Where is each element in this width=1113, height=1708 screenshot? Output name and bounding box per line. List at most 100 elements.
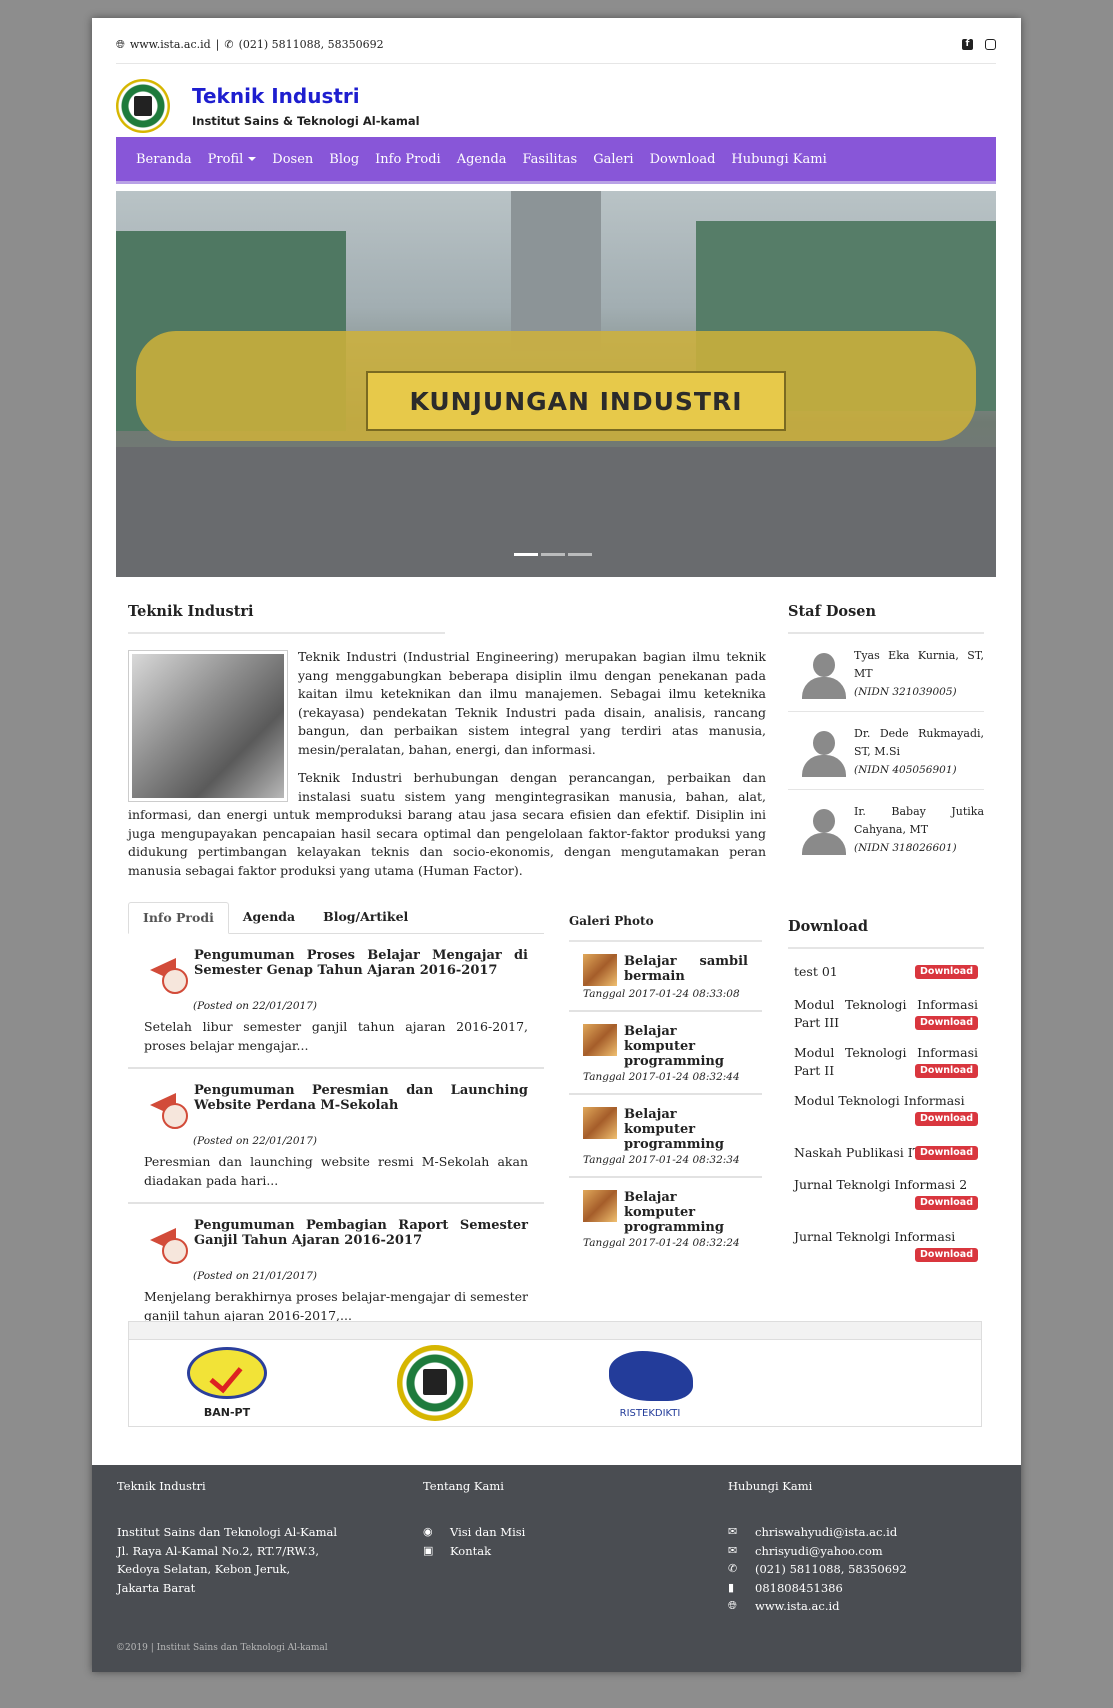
footer-link[interactable]: ▣ Kontak xyxy=(423,1542,525,1561)
top-contact: 🌐︎ www.ista.ac.id | ✆ (021) 5811088, 583… xyxy=(116,38,384,52)
ristekdikti-label: RISTEKDIKTI xyxy=(619,1408,681,1419)
globe-icon: 🌐︎ xyxy=(116,37,125,51)
user-avatar-icon xyxy=(802,653,846,701)
footer-address-line: Jl. Raya Al-Kamal No.2, RT.7/RW.3, xyxy=(117,1543,319,1558)
download-button[interactable]: Download xyxy=(915,1248,978,1262)
footer-link-label[interactable]: Visi dan Misi xyxy=(450,1523,525,1542)
gallery-thumbnail[interactable] xyxy=(583,954,617,986)
about-section: Teknik Industri Teknik Industri (Industr… xyxy=(128,603,766,890)
footer-link[interactable]: ◉ Visi dan Misi xyxy=(423,1523,525,1542)
news-title[interactable]: Pengumuman Pembagian Raport Semester Gan… xyxy=(194,1218,528,1262)
news-title[interactable]: Pengumuman Peresmian dan Launching Websi… xyxy=(194,1083,528,1127)
download-button[interactable]: Download xyxy=(915,1196,978,1210)
staff-item[interactable]: Dr. Dede Rukmayadi, ST, M.Si (NIDN 40505… xyxy=(788,712,984,790)
tab-agenda[interactable]: Agenda xyxy=(229,902,309,934)
nav-dosen[interactable]: Dosen xyxy=(264,152,321,167)
carousel-indicators xyxy=(514,553,592,556)
gallery-thumbnail[interactable] xyxy=(583,1107,617,1139)
divider xyxy=(128,632,445,634)
ban-pt-logo-icon[interactable]: BAN-PT xyxy=(187,1347,267,1419)
staff-name: Dr. Dede Rukmayadi, ST, M.Si xyxy=(854,727,984,758)
envelope-icon: ✉ xyxy=(728,1525,738,1538)
gallery-thumbnail[interactable] xyxy=(583,1190,617,1222)
nav-beranda[interactable]: Beranda xyxy=(128,152,200,167)
news-tabs: Info Prodi Agenda Blog/Artikel Pengumuma… xyxy=(128,902,544,1337)
nav-fasilitas[interactable]: Fasilitas xyxy=(515,152,586,167)
download-button[interactable]: Download xyxy=(915,1111,978,1126)
carousel-indicator[interactable] xyxy=(568,553,592,556)
gallery-title[interactable]: Belajar sambil bermain xyxy=(624,954,748,984)
website-link[interactable]: www.ista.ac.id xyxy=(130,38,211,51)
ista-logo-icon[interactable] xyxy=(397,1345,473,1421)
nav-profil[interactable]: Profil xyxy=(200,152,265,167)
staff-nidn: (NIDN 318026601) xyxy=(854,842,957,854)
globe-icon: 🌐︎ xyxy=(728,1599,737,1612)
phone-icon: ✆ xyxy=(728,1562,738,1575)
download-title[interactable]: Modul Teknologi Informasi xyxy=(794,1093,965,1108)
download-button[interactable]: Download xyxy=(915,1145,978,1160)
staff-item[interactable]: Ir. Babay Jutika Cahyana, MT (NIDN 31802… xyxy=(788,790,984,867)
carousel-indicator[interactable] xyxy=(541,553,565,556)
nav-blog[interactable]: Blog xyxy=(321,152,367,167)
news-excerpt: Menjelang berakhirnya proses belajar-men… xyxy=(144,1289,528,1323)
top-bar: 🌐︎ www.ista.ac.id | ✆ (021) 5811088, 583… xyxy=(116,26,996,64)
download-item: Jurnal Teknolgi Informasi Download xyxy=(794,1228,978,1269)
top-phone: (021) 5811088, 58350692 xyxy=(238,38,384,51)
nav-hubungi-kami[interactable]: Hubungi Kami xyxy=(723,152,834,167)
copyright: ©2019 | Institut Sains dan Teknologi Al-… xyxy=(116,1643,328,1653)
about-heading: Teknik Industri xyxy=(128,603,254,620)
site-title[interactable]: Teknik Industri xyxy=(192,84,420,108)
hero-tower xyxy=(511,191,601,351)
download-title[interactable]: Jurnal Teknolgi Informasi xyxy=(794,1229,955,1244)
facebook-icon[interactable]: f xyxy=(962,39,973,50)
about-image xyxy=(128,650,288,802)
nav-galeri[interactable]: Galeri xyxy=(585,152,641,167)
download-title[interactable]: test 01 xyxy=(794,964,838,979)
nav-agenda[interactable]: Agenda xyxy=(449,152,515,167)
footer-email[interactable]: chrisyudi@yahoo.com xyxy=(755,1542,883,1561)
gallery-title[interactable]: Belajar komputer programming xyxy=(624,1024,748,1069)
ista-logo-icon[interactable] xyxy=(116,79,170,133)
staff-section: Staf Dosen Tyas Eka Kurnia, ST, MT (NIDN… xyxy=(788,603,984,867)
news-title[interactable]: Pengumuman Proses Belajar Mengajar di Se… xyxy=(194,948,528,992)
download-button[interactable]: Download xyxy=(915,1015,978,1030)
hero-banner-text: KUNJUNGAN INDUSTRI xyxy=(409,386,743,416)
footer-email[interactable]: chriswahyudi@ista.ac.id xyxy=(755,1523,897,1542)
instagram-icon[interactable] xyxy=(985,39,996,50)
user-avatar-icon xyxy=(802,731,846,779)
news-date: (Posted on 22/01/2017) xyxy=(193,1135,317,1147)
download-title[interactable]: Jurnal Teknolgi Informasi 2 xyxy=(794,1177,967,1192)
news-date: (Posted on 21/01/2017) xyxy=(193,1270,317,1282)
megaphone-icon xyxy=(144,948,188,994)
envelope-icon: ✉ xyxy=(728,1543,738,1557)
carousel-indicator[interactable] xyxy=(514,553,538,556)
gallery-item[interactable]: Belajar komputer programming Tanggal 201… xyxy=(569,1178,762,1259)
nav-info-prodi[interactable]: Info Prodi xyxy=(367,152,449,167)
main-nav: Beranda Profil Dosen Blog Info Prodi Age… xyxy=(116,137,996,184)
download-button[interactable]: Download xyxy=(915,965,978,979)
gallery-title[interactable]: Belajar komputer programming xyxy=(624,1107,748,1152)
news-date: (Posted on 22/01/2017) xyxy=(193,1000,317,1012)
footer-link-label[interactable]: Kontak xyxy=(450,1542,491,1561)
gallery-date: Tanggal 2017-01-24 08:32:44 xyxy=(583,1071,740,1083)
gallery-title[interactable]: Belajar komputer programming xyxy=(624,1190,748,1235)
gallery-item[interactable]: Belajar komputer programming Tanggal 201… xyxy=(569,1012,762,1095)
tab-info-prodi[interactable]: Info Prodi xyxy=(128,902,229,934)
staff-item[interactable]: Tyas Eka Kurnia, ST, MT (NIDN 321039005) xyxy=(788,634,984,712)
ristekdikti-logo-icon[interactable]: RISTEKDIKTI xyxy=(603,1347,697,1419)
footer-website[interactable]: www.ista.ac.id xyxy=(755,1597,840,1616)
download-button[interactable]: Download xyxy=(915,1063,978,1078)
gallery-thumbnail[interactable] xyxy=(583,1024,617,1056)
hero-road xyxy=(116,447,996,577)
gallery-item[interactable]: Belajar sambil bermain Tanggal 2017-01-2… xyxy=(569,942,762,1012)
hero-carousel[interactable]: KUNJUNGAN INDUSTRI xyxy=(116,191,996,577)
download-item: Modul Teknologi Informasi Download xyxy=(794,1092,978,1133)
download-title[interactable]: Naskah Publikasi IT xyxy=(794,1145,921,1160)
news-item[interactable]: Pengumuman Proses Belajar Mengajar di Se… xyxy=(128,934,544,1069)
news-item[interactable]: Pengumuman Pembagian Raport Semester Gan… xyxy=(128,1204,544,1337)
footer-phone: (021) 5811088, 58350692 xyxy=(755,1562,907,1576)
tab-blog-artikel[interactable]: Blog/Artikel xyxy=(309,902,422,934)
gallery-item[interactable]: Belajar komputer programming Tanggal 201… xyxy=(569,1095,762,1178)
nav-download[interactable]: Download xyxy=(642,152,724,167)
news-item[interactable]: Pengumuman Peresmian dan Launching Websi… xyxy=(128,1069,544,1204)
